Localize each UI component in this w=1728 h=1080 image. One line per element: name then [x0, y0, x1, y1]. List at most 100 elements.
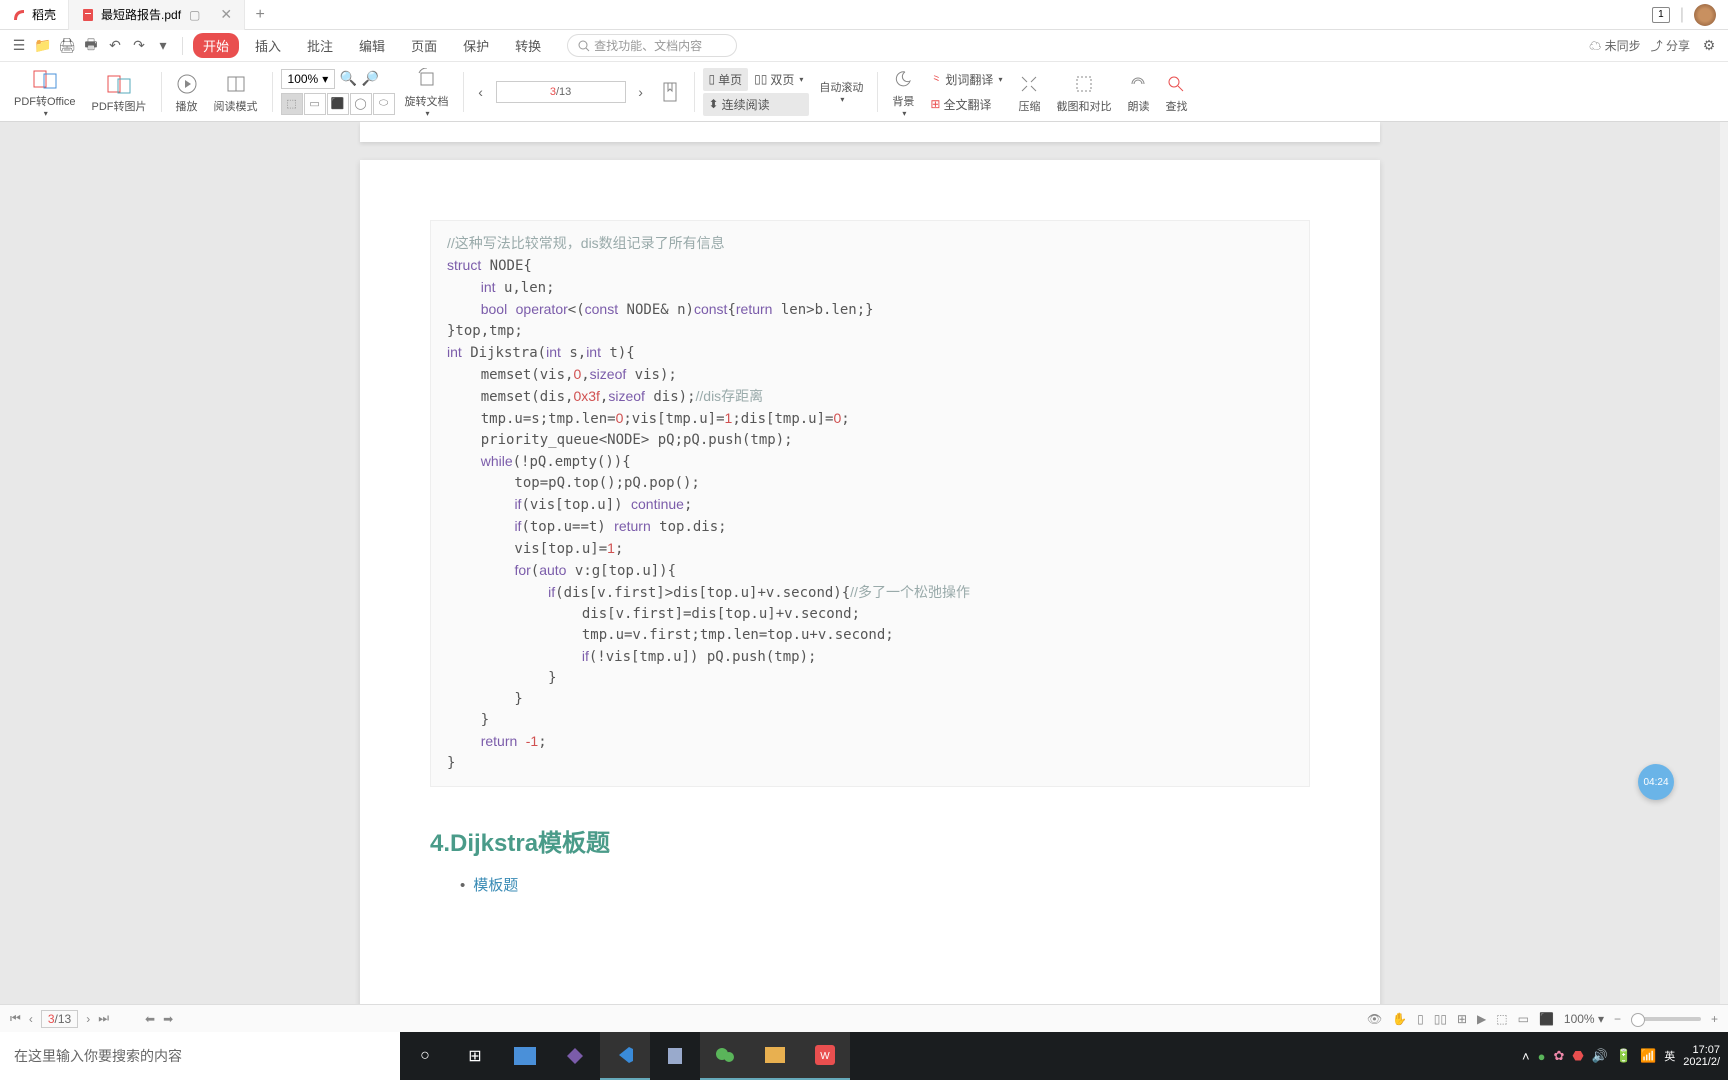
undo-icon[interactable]: ↶: [106, 37, 124, 55]
tray-security-icon[interactable]: ⬣: [1572, 1048, 1583, 1064]
menu-convert[interactable]: 转换: [505, 33, 551, 58]
double-page-button[interactable]: ▯▯双页▾: [748, 68, 809, 91]
tab-home[interactable]: 稻壳: [0, 0, 69, 30]
tray-flower-icon[interactable]: ✿: [1553, 1048, 1564, 1064]
task-view-icon[interactable]: ⊞: [450, 1032, 500, 1080]
view2-icon[interactable]: ▯▯: [1434, 1012, 1447, 1026]
tab-document[interactable]: 最短路报告.pdf ▢ ✕: [69, 0, 245, 30]
menu-insert[interactable]: 插入: [245, 33, 291, 58]
fit-page-icon[interactable]: ▭: [304, 93, 326, 115]
ime-indicator[interactable]: 英: [1664, 1048, 1675, 1064]
battery-icon[interactable]: 🔋: [1616, 1048, 1632, 1064]
dropdown-icon[interactable]: ▾: [154, 37, 172, 55]
tab-maximize-icon[interactable]: ▢: [189, 8, 200, 22]
save-icon[interactable]: 🖨: [58, 37, 76, 55]
actual-size-icon[interactable]: ⬛: [327, 93, 349, 115]
pdf-to-office-button[interactable]: PDF转Office▾: [8, 62, 82, 121]
zoom-in-button[interactable]: +: [1711, 1012, 1718, 1026]
tray-app-icon[interactable]: ●: [1538, 1049, 1546, 1064]
search-placeholder: 查找功能、文档内容: [594, 37, 702, 54]
word-translate-button[interactable]: ⺀划词翻译▾: [924, 68, 1008, 91]
fit3-icon[interactable]: ⬛: [1539, 1012, 1554, 1026]
view1-icon[interactable]: ▯: [1417, 1012, 1424, 1026]
cortana-icon[interactable]: ○: [400, 1032, 450, 1080]
screenshot-button[interactable]: 截图和对比: [1050, 62, 1117, 121]
tab-close-icon[interactable]: ✕: [220, 6, 232, 23]
notification-badge[interactable]: 1: [1652, 7, 1670, 23]
pdf2office-icon: [32, 65, 58, 93]
continuous-read-button[interactable]: ⬍连续阅读: [703, 93, 810, 116]
redo-icon[interactable]: ↷: [130, 37, 148, 55]
taskbar-vscode-icon[interactable]: [600, 1032, 650, 1080]
read-aloud-button[interactable]: 朗读: [1121, 62, 1155, 121]
bookmark-button[interactable]: [654, 62, 686, 121]
taskbar-wechat-icon[interactable]: [700, 1032, 750, 1080]
sync-status[interactable]: ☁ 未同步: [1589, 37, 1640, 54]
read-mode-button[interactable]: 阅读模式: [208, 62, 264, 121]
tray-chevron-icon[interactable]: ˄: [1522, 1049, 1530, 1064]
document-viewport[interactable]: //这种写法比较常规，dis数组记录了所有信息 struct NODE{ int…: [12, 122, 1728, 1048]
open-icon[interactable]: 📁: [34, 37, 52, 55]
last-page-icon[interactable]: ⏭: [98, 1011, 109, 1026]
taskbar-explorer-icon[interactable]: [750, 1032, 800, 1080]
fit2-icon[interactable]: ▭: [1518, 1012, 1529, 1026]
settings-icon[interactable]: ⚙: [1700, 37, 1718, 55]
menu-start[interactable]: 开始: [193, 33, 239, 58]
status-zoom-label[interactable]: 100% ▾: [1564, 1012, 1604, 1026]
zoom-out-icon[interactable]: 🔎: [361, 70, 379, 88]
pdf-to-image-button[interactable]: PDF转图片: [86, 62, 153, 121]
background-button[interactable]: 背景▾: [886, 62, 920, 121]
first-page-icon[interactable]: ⏮: [10, 1011, 21, 1026]
windows-search[interactable]: 在这里输入你要搜索的内容: [0, 1032, 400, 1080]
timer-badge[interactable]: 04:24: [1638, 764, 1674, 800]
hand-icon[interactable]: ✋: [1392, 1012, 1407, 1026]
prev-page-icon[interactable]: ‹: [29, 1012, 33, 1026]
separator: [182, 37, 183, 55]
zoom-out-button[interactable]: −: [1614, 1012, 1621, 1026]
menu-edit[interactable]: 编辑: [349, 33, 395, 58]
menu-page[interactable]: 页面: [401, 33, 447, 58]
next-page-icon[interactable]: ›: [632, 83, 650, 101]
clock[interactable]: 17:07 2021/2/: [1683, 1044, 1720, 1068]
chevron-down-icon: ▾: [322, 72, 328, 86]
status-page-input[interactable]: 3/13: [41, 1010, 78, 1028]
menu-icon[interactable]: ☰: [10, 37, 28, 55]
taskbar-wps-icon[interactable]: W: [800, 1032, 850, 1080]
back-icon[interactable]: ⬅: [145, 1012, 155, 1026]
taskbar-vs-icon[interactable]: [550, 1032, 600, 1080]
taskbar-notepad-icon[interactable]: [650, 1032, 700, 1080]
view3-icon[interactable]: ⊞: [1457, 1012, 1467, 1026]
volume-icon[interactable]: 🔊: [1592, 1048, 1608, 1064]
menu-annotate[interactable]: 批注: [297, 33, 343, 58]
zoom-in-icon[interactable]: 🔍: [339, 70, 357, 88]
zoom-slider[interactable]: [1631, 1017, 1701, 1021]
menu-protect[interactable]: 保护: [453, 33, 499, 58]
play-button[interactable]: 播放: [170, 62, 204, 121]
rotate-button[interactable]: 旋转文档▾: [399, 62, 455, 121]
scrollbar[interactable]: [1720, 122, 1728, 1048]
share-button[interactable]: ⤴ 分享: [1651, 37, 1690, 54]
fit-visible-icon[interactable]: ◯: [350, 93, 372, 115]
full-translate-button[interactable]: ⊞全文翻译: [924, 93, 1008, 116]
fit-height-icon[interactable]: ⬭: [373, 93, 395, 115]
auto-scroll-button[interactable]: 自动滚动▾: [813, 62, 869, 121]
find-button[interactable]: 查找: [1159, 62, 1193, 121]
prev-page-icon[interactable]: ‹: [472, 83, 490, 101]
template-link[interactable]: 模板题: [460, 874, 1310, 895]
next-page-icon[interactable]: ›: [86, 1012, 90, 1026]
play-status-icon[interactable]: ▶: [1477, 1012, 1486, 1026]
single-page-button[interactable]: ▯单页: [703, 68, 749, 91]
fit-width-icon[interactable]: ⬚: [281, 93, 303, 115]
forward-icon[interactable]: ➡: [163, 1012, 173, 1026]
eye-icon[interactable]: 👁: [1367, 1012, 1382, 1026]
zoom-select[interactable]: 100%▾: [281, 69, 336, 89]
wifi-icon[interactable]: 📶: [1640, 1048, 1656, 1064]
taskbar-app-1[interactable]: [500, 1032, 550, 1080]
fit1-icon[interactable]: ⬚: [1496, 1012, 1507, 1026]
new-tab-button[interactable]: +: [245, 6, 275, 24]
compress-button[interactable]: 压缩: [1012, 62, 1046, 121]
user-avatar[interactable]: [1694, 4, 1716, 26]
search-box[interactable]: 查找功能、文档内容: [567, 34, 737, 57]
print-icon[interactable]: 🖶: [82, 37, 100, 55]
page-number-input[interactable]: 3/13: [496, 81, 626, 103]
